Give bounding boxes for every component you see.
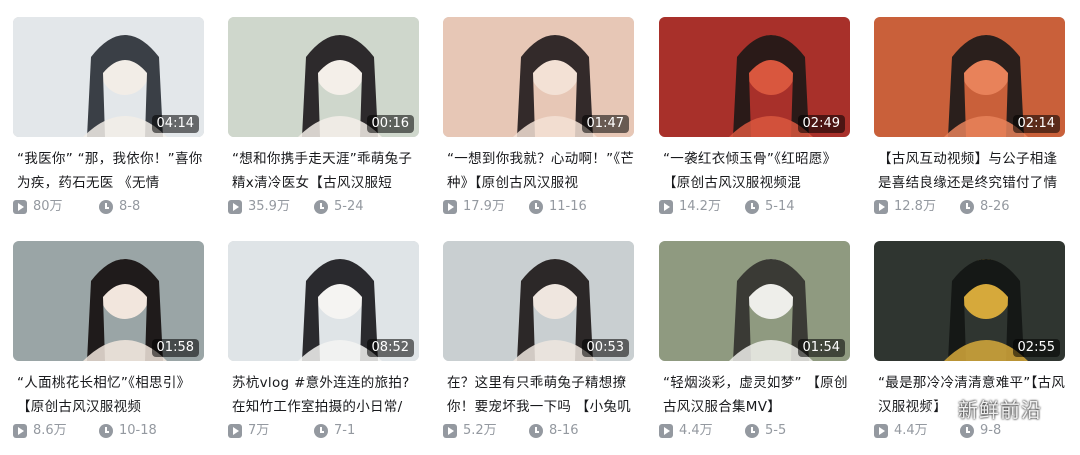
view-count: 7万 [248,423,270,438]
duration-badge: 08:52 [366,339,414,357]
watermark: 新鲜前沿 [930,394,1042,423]
view-count: 4.4万 [679,423,713,438]
play-count-icon [13,200,27,214]
clock-icon [745,424,759,438]
view-count: 80万 [33,199,63,214]
clock-icon [960,424,974,438]
upload-date: 8-16 [549,423,579,438]
video-thumbnail[interactable]: 00:16 [228,17,419,137]
video-thumbnail[interactable]: 02:14 [874,17,1065,137]
clock-icon [529,424,543,438]
duration-badge: 04:14 [151,115,199,133]
view-count: 12.8万 [894,199,936,214]
video-title[interactable]: “人面桃花长相忆”《相思引》【原创古风汉服视频 [17,371,208,419]
play-count-icon [228,424,242,438]
video-title[interactable]: “轻烟淡彩，虚灵如梦” 【原创古风汉服合集MV】 [663,371,854,419]
upload-date: 5-5 [765,423,787,438]
wechat-icon [930,400,954,419]
video-meta: 14.2万 5-14 [659,197,850,217]
video-title[interactable]: “一袭红衣倾玉骨”《红昭愿》【原创古风汉服视频混 [663,147,854,195]
duration-badge: 01:54 [797,339,845,357]
duration-badge: 00:16 [366,115,414,133]
view-count: 5.2万 [463,423,497,438]
view-count: 35.9万 [248,199,290,214]
video-thumbnail[interactable]: 01:47 [443,17,634,137]
clock-icon [529,200,543,214]
video-thumbnail[interactable]: 02:55 [874,241,1065,361]
video-meta: 35.9万 5-24 [228,197,419,217]
video-thumbnail[interactable]: 01:58 [13,241,204,361]
video-title[interactable]: “一想到你我就？心动啊！”《芒种》【原创古风汉服视 [447,147,638,195]
upload-date: 10-18 [119,423,157,438]
clock-icon [99,200,113,214]
duration-badge: 02:55 [1012,339,1060,357]
video-meta: 17.9万 11-16 [443,197,634,217]
video-meta: 4.4万 9-8 [874,421,1065,441]
upload-date: 5-24 [334,199,364,214]
play-count-icon [659,200,673,214]
upload-date: 11-16 [549,199,587,214]
play-count-icon [659,424,673,438]
play-count-icon [443,424,457,438]
video-meta: 8.6万 10-18 [13,421,204,441]
play-count-icon [874,424,888,438]
video-meta: 12.8万 8-26 [874,197,1065,217]
video-title[interactable]: 【古风互动视频】与公子相逢是喜结良缘还是终究错付了情 [878,147,1069,195]
video-title[interactable]: 苏杭vlog #意外连连的旅拍?在知竹工作室拍摄的小日常/ [232,371,423,419]
duration-badge: 01:58 [151,339,199,357]
view-count: 14.2万 [679,199,721,214]
clock-icon [960,200,974,214]
video-title[interactable]: “我医你” “那，我依你！”喜你为疾，药石无医 《无情 [17,147,208,195]
upload-date: 9-8 [980,423,1002,438]
duration-badge: 01:47 [581,115,629,133]
video-meta: 5.2万 8-16 [443,421,634,441]
video-thumbnail[interactable]: 02:49 [659,17,850,137]
duration-badge: 02:49 [797,115,845,133]
video-thumbnail[interactable]: 01:54 [659,241,850,361]
view-count: 4.4万 [894,423,928,438]
play-count-icon [874,200,888,214]
upload-date: 7-1 [334,423,356,438]
video-meta: 7万 7-1 [228,421,419,441]
video-meta: 80万 8-8 [13,197,204,217]
view-count: 17.9万 [463,199,505,214]
play-count-icon [13,424,27,438]
duration-badge: 00:53 [581,339,629,357]
view-count: 8.6万 [33,423,67,438]
play-count-icon [228,200,242,214]
video-title[interactable]: 在？这里有只乖萌兔子精想撩你！要宠坏我一下吗 【小兔叽 [447,371,638,419]
duration-badge: 02:14 [1012,115,1060,133]
play-count-icon [443,200,457,214]
clock-icon [745,200,759,214]
video-title[interactable]: “想和你携手走天涯”乖萌兔子精x清冷医女【古风汉服短 [232,147,423,195]
clock-icon [99,424,113,438]
clock-icon [314,200,328,214]
watermark-text: 新鲜前沿 [958,398,1042,422]
video-meta: 4.4万 5-5 [659,421,850,441]
upload-date: 5-14 [765,199,795,214]
upload-date: 8-26 [980,199,1010,214]
video-thumbnail[interactable]: 08:52 [228,241,419,361]
video-thumbnail[interactable]: 00:53 [443,241,634,361]
upload-date: 8-8 [119,199,141,214]
video-thumbnail[interactable]: 04:14 [13,17,204,137]
clock-icon [314,424,328,438]
